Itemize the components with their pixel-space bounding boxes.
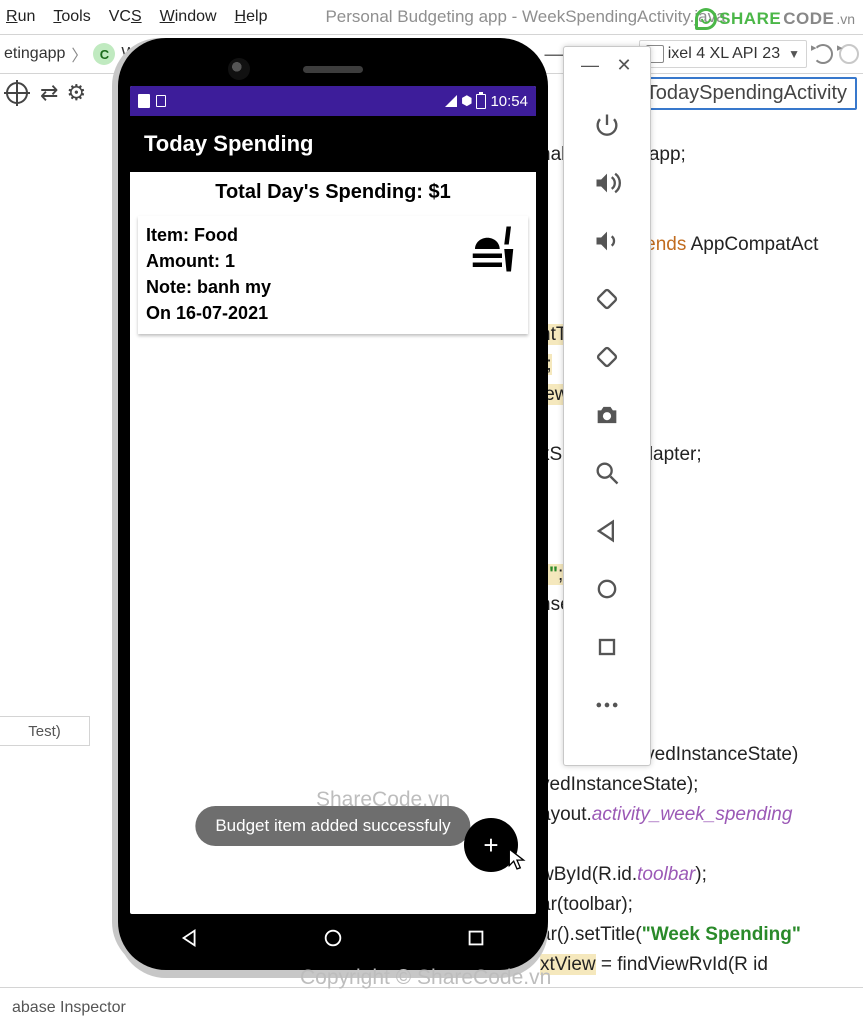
- sharecode-icon: [695, 8, 717, 30]
- status-bar: ⬢ 10:54: [130, 86, 536, 116]
- ide-footer: abase Inspector: [0, 987, 863, 1027]
- overview-icon[interactable]: [593, 633, 621, 661]
- notification-icon: [156, 95, 166, 107]
- phone-screen: ⬢ 10:54 Today Spending Total Day's Spend…: [130, 86, 536, 914]
- menu-run[interactable]: Run: [6, 8, 35, 26]
- bug-icon: ⬢: [461, 93, 472, 109]
- menu-vcs[interactable]: VCS: [109, 8, 142, 26]
- breadcrumb-segment[interactable]: etingapp: [4, 45, 65, 63]
- left-panel-tab[interactable]: Test): [0, 716, 90, 746]
- menu-tools[interactable]: Tools: [53, 8, 90, 26]
- close-icon[interactable]: ✕: [616, 57, 632, 73]
- fastfood-icon: [466, 222, 520, 326]
- editor-tab[interactable]: C TodaySpendingActivity: [615, 77, 857, 110]
- camera-icon[interactable]: [593, 401, 621, 429]
- zoom-icon[interactable]: [593, 459, 621, 487]
- power-icon[interactable]: [593, 111, 621, 139]
- nav-overview-icon[interactable]: [465, 927, 487, 954]
- toast-message: Budget item added successfuly: [195, 806, 470, 846]
- volume-up-icon[interactable]: [593, 169, 621, 197]
- nav-home-icon[interactable]: [322, 927, 344, 954]
- watermark-logo: SHARE CODE .vn: [695, 8, 855, 30]
- settings-icon[interactable]: ⇄: [40, 80, 54, 106]
- emulator-toolbar: — ✕: [563, 46, 651, 766]
- app-bar: Today Spending: [130, 116, 536, 172]
- menu-help[interactable]: Help: [235, 8, 268, 26]
- volume-down-icon[interactable]: [593, 227, 621, 255]
- java-class-icon: C: [93, 43, 115, 65]
- spending-card[interactable]: Item: Food Amount: 1 Note: banh my On 16…: [138, 216, 528, 334]
- minimize-icon[interactable]: —: [582, 57, 598, 73]
- ide-window-title: Personal Budgeting app - WeekSpendingAct…: [325, 7, 725, 27]
- total-spending-bar: Total Day's Spending: $1: [130, 172, 536, 212]
- rotate-right-icon[interactable]: [593, 343, 621, 371]
- back-icon[interactable]: [593, 517, 621, 545]
- app-title: Today Spending: [144, 131, 313, 157]
- rotate-left-icon[interactable]: [593, 285, 621, 313]
- emulator-device: ⬢ 10:54 Today Spending Total Day's Spend…: [118, 38, 548, 970]
- signal-icon: [445, 95, 457, 107]
- add-fab[interactable]: +: [464, 818, 518, 872]
- spending-details: Item: Food Amount: 1 Note: banh my On 16…: [146, 222, 271, 326]
- phone-camera: [228, 58, 250, 80]
- reload-icon-disabled: [839, 44, 859, 64]
- reload-icon[interactable]: [813, 44, 833, 64]
- target-icon[interactable]: [6, 82, 28, 104]
- phone-earpiece: [303, 66, 363, 73]
- more-icon[interactable]: [593, 691, 621, 719]
- gear-icon[interactable]: ⚙: [66, 80, 86, 106]
- battery-icon: [476, 94, 486, 109]
- nav-back-icon[interactable]: [179, 927, 201, 954]
- notification-icon: [138, 94, 150, 108]
- phone-nav-bar: [118, 924, 548, 956]
- database-inspector-tab[interactable]: abase Inspector: [12, 999, 126, 1017]
- menu-window[interactable]: Window: [160, 8, 217, 26]
- status-time: 10:54: [490, 93, 528, 110]
- home-icon[interactable]: [593, 575, 621, 603]
- device-selector[interactable]: ixel 4 XL API 23 ▼: [639, 40, 807, 68]
